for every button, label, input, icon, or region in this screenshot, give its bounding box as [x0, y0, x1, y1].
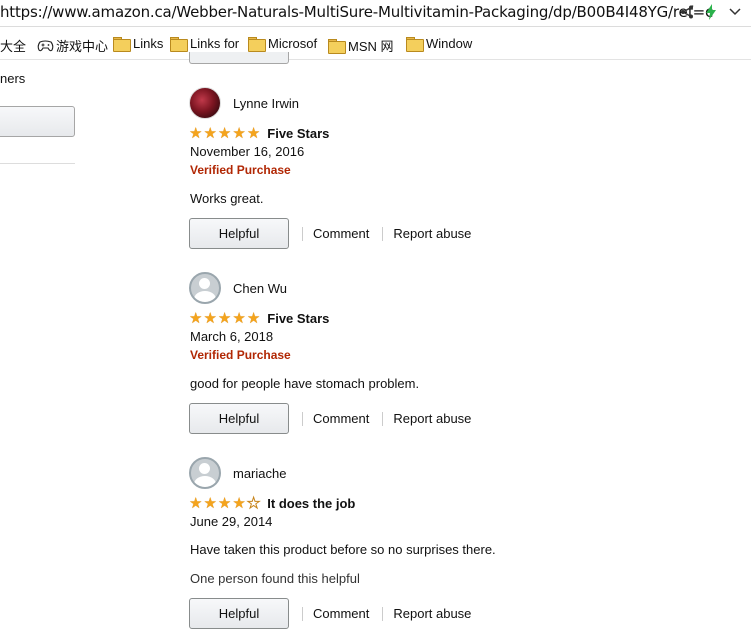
star-icon: ★ — [189, 494, 203, 512]
gamepad-icon — [36, 37, 54, 55]
reviewer-name[interactable]: mariache — [233, 466, 286, 481]
star-icon: ★ — [203, 124, 217, 142]
comment-link[interactable]: Comment — [313, 226, 369, 241]
helpful-count: One person found this helpful — [190, 571, 360, 586]
rating-row: ★ ★ ★ ★ ★ It does the job — [189, 495, 355, 511]
star-icon: ★ — [246, 124, 261, 142]
star-icon: ★ — [217, 494, 232, 512]
bookmark-folder[interactable]: Window — [406, 36, 473, 52]
star-empty-icon: ★ — [246, 494, 261, 512]
bookmark-folder[interactable]: Microsof — [248, 36, 318, 52]
bookmark-label: 游戏中心 — [56, 39, 109, 54]
star-rating[interactable]: ★ ★ ★ ★ ★ — [189, 494, 261, 512]
bookmark-label: Links — [133, 36, 164, 51]
bookmark-label: 大全 — [0, 39, 27, 54]
rating-row: ★ ★ ★ ★ ★ Five Stars — [189, 125, 329, 141]
reviewer-name[interactable]: Lynne Irwin — [233, 96, 299, 111]
bookmark-folder[interactable]: MSN 网 — [328, 36, 394, 55]
lightning-icon[interactable] — [703, 3, 719, 21]
avatar[interactable] — [189, 272, 221, 304]
folder-icon — [170, 37, 188, 52]
separator — [382, 226, 384, 241]
left-column-button[interactable] — [0, 106, 75, 137]
star-rating[interactable]: ★ ★ ★ ★ ★ — [189, 126, 260, 141]
bookmark-label: Links for — [190, 36, 240, 51]
bookmark-label: MSN 网 — [348, 39, 394, 54]
divider — [0, 163, 75, 164]
review-body: Works great. — [190, 191, 264, 206]
folder-icon — [406, 37, 424, 52]
separator — [302, 226, 303, 241]
star-icon: ★ — [232, 124, 246, 142]
comment-link[interactable]: Comment — [313, 606, 369, 621]
star-icon: ★ — [203, 494, 217, 512]
review-date: March 6, 2018 — [190, 329, 274, 344]
comment-link[interactable]: Comment — [313, 411, 369, 426]
star-rating[interactable]: ★ ★ ★ ★ ★ — [189, 311, 260, 326]
url-text[interactable]: https://www.amazon.ca/Webber-Naturals-Mu… — [0, 3, 713, 21]
review-date: November 16, 2016 — [190, 144, 305, 159]
review-body: good for people have stomach problem. — [190, 376, 420, 391]
review-header: Chen Wu — [189, 272, 287, 304]
review-actions: Helpful Comment Report abuse — [189, 403, 471, 434]
star-icon: ★ — [217, 309, 232, 327]
review-actions: Helpful Comment Report abuse — [189, 218, 471, 249]
star-icon: ★ — [217, 124, 232, 142]
star-icon: ★ — [189, 309, 203, 327]
left-column-text: ners — [0, 71, 26, 86]
report-abuse-link[interactable]: Report abuse — [393, 226, 471, 241]
helpful-button[interactable]: Helpful — [189, 598, 289, 629]
review-body: Have taken this product before so no sur… — [190, 542, 496, 557]
avatar[interactable] — [189, 87, 221, 119]
folder-icon — [113, 37, 131, 52]
reviewer-name[interactable]: Chen Wu — [233, 281, 287, 296]
bookmarks-bar: 大全 游戏中心 Links Links for Microsof MSN 网 W… — [0, 28, 751, 60]
review-title[interactable]: It does the job — [267, 496, 355, 511]
rating-row: ★ ★ ★ ★ ★ Five Stars — [189, 310, 329, 326]
chevron-down-icon[interactable] — [727, 3, 743, 21]
bookmark-item[interactable]: 大全 — [0, 36, 26, 55]
star-icon: ★ — [246, 309, 261, 327]
address-bar[interactable]: https://www.amazon.ca/Webber-Naturals-Mu… — [0, 0, 751, 27]
verified-purchase-badge: Verified Purchase — [190, 163, 291, 177]
report-abuse-link[interactable]: Report abuse — [393, 606, 471, 621]
folder-icon — [248, 37, 266, 52]
star-icon: ★ — [232, 309, 246, 327]
review-header: mariache — [189, 457, 286, 489]
verified-purchase-badge: Verified Purchase — [190, 348, 291, 362]
share-icon[interactable] — [679, 3, 695, 21]
review-actions: Helpful Comment Report abuse — [189, 598, 471, 629]
avatar[interactable] — [189, 457, 221, 489]
address-bar-icons — [679, 3, 743, 21]
folder-icon — [328, 39, 346, 54]
helpful-button[interactable]: Helpful — [189, 403, 289, 434]
review-title[interactable]: Five Stars — [267, 311, 329, 326]
bookmark-folder[interactable]: Links — [113, 36, 164, 52]
review-date: June 29, 2014 — [190, 514, 273, 529]
separator — [382, 606, 384, 621]
separator — [302, 411, 303, 426]
star-icon: ★ — [203, 309, 217, 327]
previous-helpful-button[interactable] — [189, 52, 289, 64]
separator — [302, 606, 303, 621]
bookmark-label: Window — [426, 36, 473, 51]
report-abuse-link[interactable]: Report abuse — [393, 411, 471, 426]
helpful-button[interactable]: Helpful — [189, 218, 289, 249]
bookmark-label: Microsof — [268, 36, 318, 51]
star-icon: ★ — [232, 494, 246, 512]
bookmark-folder[interactable]: Links for — [170, 36, 240, 52]
star-icon: ★ — [189, 124, 203, 142]
review-title[interactable]: Five Stars — [267, 126, 329, 141]
bookmark-item[interactable]: 游戏中心 — [36, 36, 108, 55]
separator — [382, 411, 384, 426]
review-header: Lynne Irwin — [189, 87, 299, 119]
